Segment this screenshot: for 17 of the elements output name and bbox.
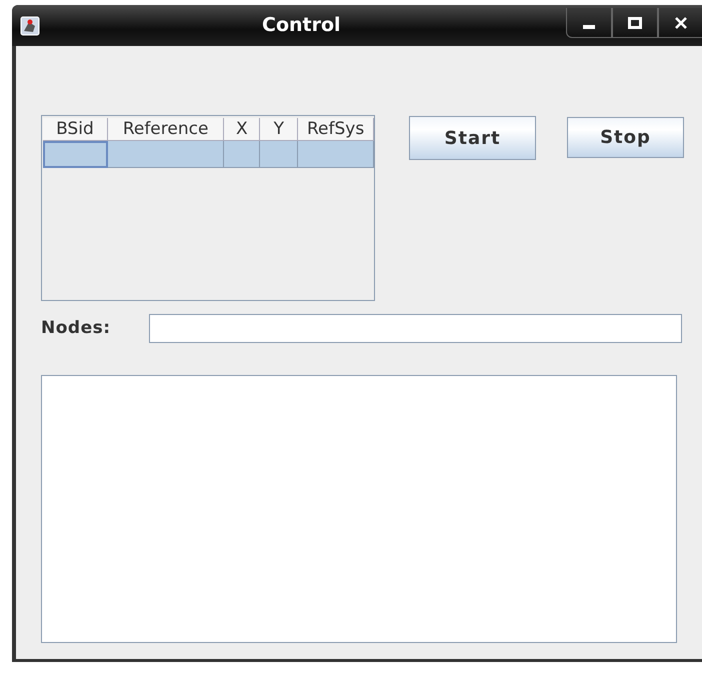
close-icon — [674, 16, 688, 30]
close-button[interactable] — [658, 8, 702, 38]
column-header[interactable]: X — [224, 118, 260, 141]
app-icon — [20, 16, 40, 36]
column-header[interactable]: BSid — [43, 118, 108, 141]
column-header[interactable]: Y — [260, 118, 298, 141]
start-button[interactable]: Start — [409, 116, 536, 160]
column-header[interactable]: Reference — [108, 118, 224, 141]
nodes-label: Nodes: — [41, 318, 112, 338]
maximize-icon — [628, 16, 642, 30]
stop-button[interactable]: Stop — [567, 117, 684, 158]
window-title: Control — [262, 14, 341, 36]
minimize-icon — [583, 24, 595, 28]
column-header[interactable]: RefSys — [298, 118, 374, 141]
minimize-button[interactable] — [566, 8, 612, 38]
nodes-field[interactable] — [149, 314, 682, 342]
maximize-button[interactable] — [612, 8, 658, 38]
